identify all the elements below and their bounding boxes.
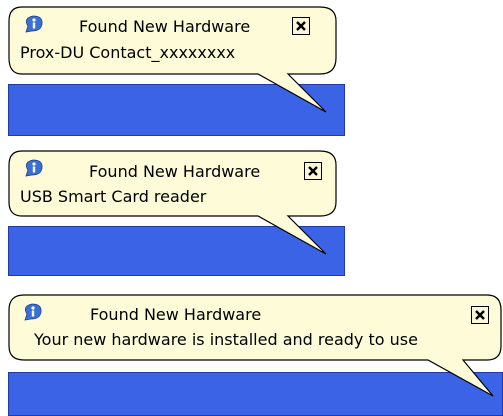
notification-title: Found New Hardware (89, 162, 261, 181)
close-icon (308, 166, 318, 176)
notification-balloon[interactable]: Found New Hardware Prox-DU Contact_xxxxx… (8, 6, 338, 114)
info-icon (22, 158, 44, 180)
close-button[interactable] (304, 162, 322, 180)
notification-message: Your new hardware is installed and ready… (34, 330, 418, 349)
notification-title: Found New Hardware (79, 17, 251, 36)
notification-message: USB Smart Card reader (20, 187, 207, 206)
close-icon (475, 310, 485, 320)
notification-message: Prox-DU Contact_xxxxxxxx (20, 43, 236, 62)
notification-balloon[interactable]: Found New Hardware Your new hardware is … (8, 294, 503, 398)
info-icon (21, 302, 43, 324)
close-button[interactable] (471, 306, 489, 324)
notification-title: Found New Hardware (90, 305, 262, 324)
close-icon (296, 21, 306, 31)
close-button[interactable] (292, 17, 310, 35)
notification-balloon[interactable]: Found New Hardware USB Smart Card reader (8, 150, 338, 258)
info-icon (22, 14, 44, 36)
